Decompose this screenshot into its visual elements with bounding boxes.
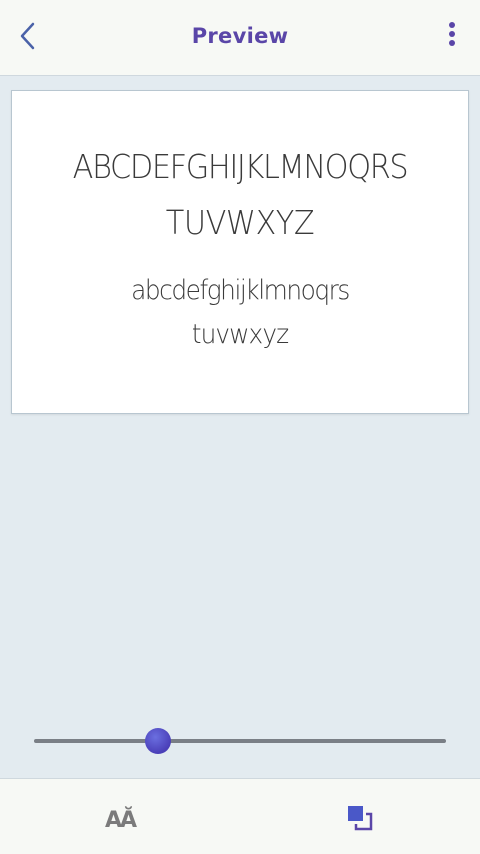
uppercase-line-1: ABCDEFGHIJKLMNOQRS [72,147,409,186]
lowercase-line-2: tuvwxyz [191,319,289,350]
text-size-button[interactable]: AĂ [96,803,144,837]
lowercase-line-1: abcdefghijklmnoqrs [131,275,350,306]
more-vertical-icon [447,20,457,52]
text-size-label: AĂ [104,807,137,833]
page-title: Preview [191,24,289,48]
bottom-toolbar: AĂ [0,778,480,854]
font-size-slider[interactable] [34,726,446,756]
layers-icon [345,803,375,837]
top-app-bar: Preview [0,0,480,76]
font-preview-card: ABCDEFGHIJKLMNOQRS TUVWXYZ abcdefghijklm… [11,90,469,414]
copy-button[interactable] [338,801,382,839]
slider-thumb[interactable] [144,728,171,754]
more-options-button[interactable] [442,18,462,54]
slider-track[interactable] [34,739,446,743]
uppercase-line-2: TUVWXYZ [165,203,315,242]
